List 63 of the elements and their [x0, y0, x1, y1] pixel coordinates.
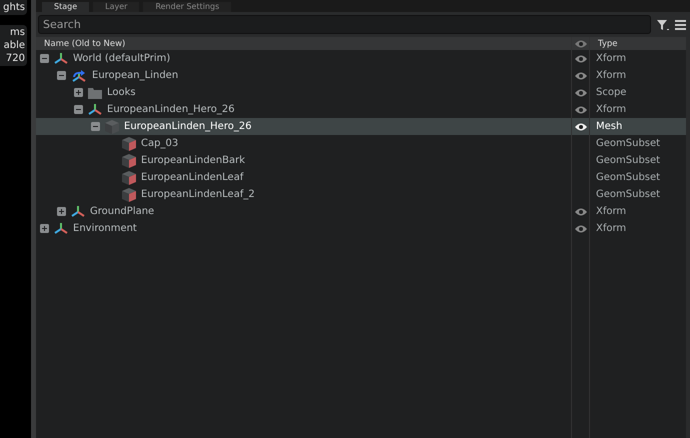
cube-icon: [122, 170, 136, 184]
tab[interactable]: Render Settings: [143, 2, 232, 12]
axes-icon: [71, 205, 85, 218]
tree-row[interactable]: Looks Scope: [36, 84, 686, 101]
cube-icon: [105, 120, 119, 134]
filter-icon[interactable]: [657, 18, 669, 30]
column-header[interactable]: Name (Old to New): [36, 38, 571, 48]
prim-type: Xform: [595, 223, 628, 234]
prim-name: Environment: [73, 223, 137, 234]
axes-icon: [54, 52, 68, 65]
prim-name: World (defaultPrim): [73, 53, 170, 64]
panel-text: able: [4, 40, 25, 51]
tab[interactable]: Stage: [42, 2, 90, 12]
panel-text: 720: [6, 53, 25, 64]
cube-icon: [122, 188, 136, 202]
folder-icon: [88, 86, 102, 98]
expand-icon[interactable]: [40, 224, 49, 233]
axes-arrow-icon: [71, 68, 87, 82]
prim-type: Xform: [595, 70, 628, 81]
collapse-icon[interactable]: [91, 122, 100, 131]
tree-row[interactable]: Environment Xform: [36, 220, 686, 237]
tree-row[interactable]: EuropeanLindenBark GeomSubset: [36, 152, 686, 169]
collapse-icon[interactable]: [57, 71, 66, 80]
prim-name: Looks: [107, 87, 136, 98]
prim-name: European_Linden: [92, 70, 178, 81]
axes-icon: [54, 222, 68, 235]
prim-name: EuropeanLindenBark: [141, 155, 246, 166]
search-field[interactable]: Search: [38, 15, 651, 34]
prim-type: GeomSubset: [595, 189, 662, 200]
panel-text: ms: [10, 27, 25, 38]
prim-name: Cap_03: [141, 138, 178, 149]
tree-row[interactable]: World (defaultPrim) Xform: [36, 50, 686, 67]
prim-name: EuropeanLinden_Hero_26: [124, 121, 252, 132]
tree-row[interactable]: EuropeanLindenLeaf GeomSubset: [36, 169, 686, 186]
prim-name: EuropeanLinden_Hero_26: [107, 104, 235, 115]
prim-type: GeomSubset: [595, 155, 662, 166]
tab[interactable]: Layer: [93, 2, 140, 12]
prim-name: EuropeanLindenLeaf: [141, 172, 244, 183]
expand-icon[interactable]: [74, 88, 83, 97]
collapse-icon[interactable]: [74, 105, 83, 114]
prim-name: EuropeanLindenLeaf_2: [141, 189, 255, 200]
tree-row[interactable]: EuropeanLinden_Hero_26 Mesh: [36, 118, 686, 135]
prim-type: GeomSubset: [595, 172, 662, 183]
panel-label: ghts: [3, 2, 25, 13]
column-header[interactable]: Type: [590, 38, 685, 48]
prim-type: Xform: [595, 53, 628, 64]
eye-icon[interactable]: [574, 122, 586, 130]
prim-type: Xform: [595, 206, 628, 217]
tree-row[interactable]: GroundPlane Xform: [36, 203, 686, 220]
prim-type: GeomSubset: [595, 138, 662, 149]
tree-row[interactable]: European_Linden Xform: [36, 67, 686, 84]
prim-name: GroundPlane: [90, 206, 154, 217]
prim-type: Mesh: [595, 121, 624, 132]
expand-icon[interactable]: [57, 207, 66, 216]
cube-icon: [122, 154, 136, 168]
prim-type: Scope: [595, 87, 628, 98]
prim-type: Xform: [595, 104, 628, 115]
menu-icon[interactable]: [675, 20, 686, 30]
tree-row[interactable]: EuropeanLindenLeaf_2 GeomSubset: [36, 186, 686, 203]
axes-icon: [88, 103, 102, 116]
collapse-icon[interactable]: [40, 54, 49, 63]
cube-icon: [122, 136, 136, 150]
tree-row[interactable]: Cap_03 GeomSubset: [36, 135, 686, 152]
